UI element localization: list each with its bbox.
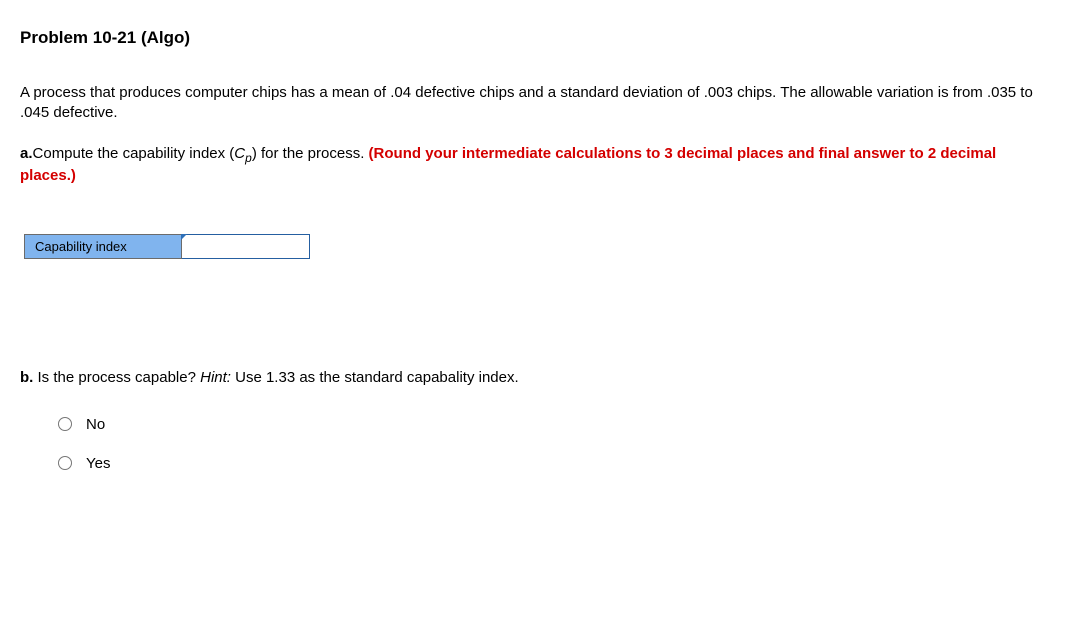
answer-label: Capability index	[35, 239, 127, 254]
options-group: No Yes	[58, 416, 1052, 472]
problem-description: A process that produces computer chips h…	[20, 83, 1052, 124]
option-yes: Yes	[58, 455, 1052, 472]
answer-row: Capability index	[24, 234, 1052, 259]
radio-no[interactable]	[58, 417, 72, 431]
answer-label-cell: Capability index	[24, 234, 182, 259]
option-no: No	[58, 416, 1052, 433]
answer-input-cell	[182, 234, 310, 259]
problem-title: Problem 10-21 (Algo)	[20, 28, 1052, 48]
label-yes: Yes	[86, 455, 110, 472]
radio-yes[interactable]	[58, 456, 72, 470]
part-b-prompt: b. Is the process capable? Hint: Use 1.3…	[20, 369, 1052, 386]
hint-text: Use 1.33 as the standard capabality inde…	[231, 369, 519, 386]
capability-subscript: p	[245, 151, 252, 165]
part-a-text-2: ) for the process.	[252, 145, 369, 162]
part-a-prompt: a.Compute the capability index (Cp) for …	[20, 144, 1052, 186]
capability-variable: C	[234, 145, 245, 162]
label-no: No	[86, 416, 105, 433]
part-a-text-1: Compute the capability index (	[33, 145, 235, 162]
part-b-prefix: b.	[20, 369, 33, 386]
part-a-prefix: a.	[20, 145, 33, 162]
part-b-text: Is the process capable?	[33, 369, 200, 386]
hint-label: Hint:	[200, 369, 231, 386]
capability-index-input[interactable]	[182, 235, 309, 258]
